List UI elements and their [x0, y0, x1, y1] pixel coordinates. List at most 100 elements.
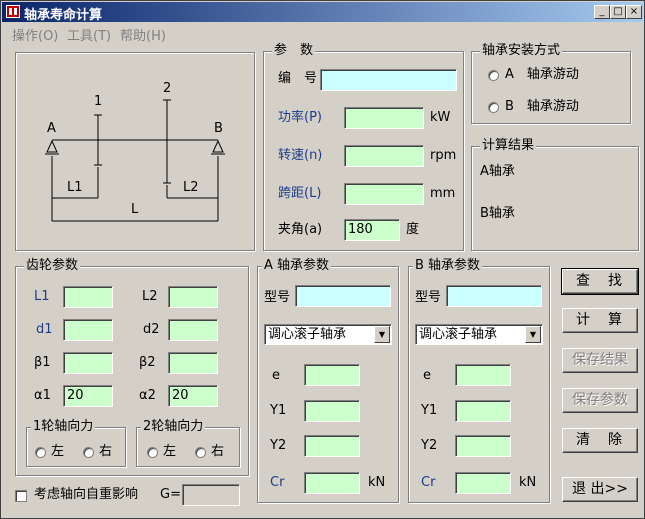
gear-beta1-label: β1 — [34, 355, 51, 370]
bearing-b-title: B 轴承参数 — [413, 258, 483, 274]
mount-a-label: A 轴承游动 — [505, 67, 579, 82]
bearing-b-cr-label: Cr — [421, 475, 436, 490]
gear-l2-input[interactable] — [168, 286, 218, 308]
gear-d1-input[interactable] — [63, 319, 113, 341]
gear-alpha1-label: α1 — [34, 388, 51, 403]
find-button[interactable]: 查 找 — [561, 268, 639, 295]
gravity-label: 考虑轴向自重影响 — [34, 487, 139, 502]
gear-beta1-input[interactable] — [63, 352, 113, 374]
bearing-b-type-value: 调心滚子轴承 — [419, 327, 498, 342]
angle-input[interactable]: 180 — [344, 219, 400, 241]
shaft-diagram-panel: A B 1 2 L1 L2 L — [15, 52, 255, 251]
gravity-g-input[interactable] — [182, 484, 240, 506]
gear1-right-radio[interactable] — [83, 447, 94, 458]
l2-label: L2 — [183, 180, 199, 195]
power-unit: kW — [430, 110, 451, 125]
gear-group: 齿轮参数 L1 L2 d1 d2 β1 β2 α1 20 α2 20 1轮轴向力… — [15, 258, 249, 476]
main-window: 轴承寿命计算 _ □ × 操作(O) 工具(T) 帮助(H) A B 1 2 L… — [0, 0, 645, 519]
bearing-a-cr-label: Cr — [270, 475, 285, 490]
bearing-a-type-select[interactable]: 调心滚子轴承 ▼ — [264, 324, 392, 345]
power-input[interactable] — [344, 107, 424, 129]
gear2-right-label: 右 — [211, 444, 225, 459]
clear-button[interactable]: 清 除 — [562, 428, 638, 453]
gear-alpha2-input[interactable]: 20 — [168, 385, 218, 407]
bearing-b-cr-input[interactable] — [455, 472, 511, 494]
bearing-b-y1-label: Y1 — [421, 403, 438, 418]
span-label: 跨距(L) — [278, 186, 322, 201]
bearing-a-e-label: e — [272, 368, 280, 383]
gear2-left-label: 左 — [163, 444, 177, 459]
l1-label: L1 — [67, 180, 83, 195]
bearing-b-y2-input[interactable] — [455, 435, 511, 457]
gear1-axial-force-group: 1轮轴向力 左 右 — [26, 419, 126, 467]
gear-l2-label: L2 — [142, 289, 158, 304]
gear1-left-radio[interactable] — [35, 447, 46, 458]
gear-d1-label: d1 — [36, 322, 53, 337]
bearing-b-model-label: 型号 — [415, 290, 442, 305]
menu-tools[interactable]: 工具(T) — [67, 25, 111, 44]
gear-l1-input[interactable] — [63, 286, 113, 308]
save-result-button[interactable]: 保存结果 — [562, 348, 638, 373]
gear-beta2-input[interactable] — [168, 352, 218, 374]
span-unit: mm — [430, 186, 456, 201]
shaft-diagram — [45, 99, 225, 222]
gear2-axial-force-title: 2轮轴向力 — [141, 419, 206, 435]
bearing-a-y1-input[interactable] — [304, 400, 360, 422]
speed-label: 转速(n) — [278, 148, 323, 163]
gear1-left-label: 左 — [51, 444, 65, 459]
menu-operate[interactable]: 操作(O) — [12, 25, 58, 44]
menu-help[interactable]: 帮助(H) — [120, 25, 166, 44]
window-title: 轴承寿命计算 — [24, 8, 103, 23]
exit-button[interactable]: 退 出>> — [562, 477, 638, 502]
span-input[interactable] — [344, 183, 424, 205]
bearing-b-e-input[interactable] — [455, 364, 511, 386]
gravity-checkbox[interactable] — [15, 490, 27, 502]
result-a-label: A轴承 — [480, 164, 515, 179]
gear-title: 齿轮参数 — [24, 258, 81, 274]
menu-bar: 操作(O) 工具(T) 帮助(H) — [2, 23, 643, 44]
title-bar: 轴承寿命计算 _ □ × — [2, 2, 643, 23]
gear1-label: 1 — [94, 94, 103, 109]
result-group: 计算结果 A轴承 B轴承 — [471, 138, 639, 251]
bearing-a-e-input[interactable] — [304, 364, 360, 386]
bearing-b-e-label: e — [423, 368, 431, 383]
gear-beta2-label: β2 — [139, 355, 156, 370]
speed-input[interactable] — [344, 145, 424, 167]
angle-unit: 度 — [406, 222, 420, 237]
bearing-a-group: A 轴承参数 型号 调心滚子轴承 ▼ e Y1 Y2 Cr kN — [257, 258, 399, 503]
maximize-button[interactable]: □ — [610, 5, 626, 19]
gear-alpha1-input[interactable]: 20 — [63, 385, 113, 407]
bearing-a-y1-label: Y1 — [270, 403, 287, 418]
bearing-a-title: A 轴承参数 — [262, 258, 332, 274]
bearing-b-model-input[interactable] — [446, 285, 542, 307]
angle-label: 夹角(a) — [278, 222, 323, 237]
params-title: 参 数 — [272, 43, 316, 59]
bearing-a-cr-unit: kN — [368, 475, 386, 490]
minimize-button[interactable]: _ — [594, 5, 610, 19]
close-button[interactable]: × — [626, 5, 642, 19]
gear-d2-input[interactable] — [168, 319, 218, 341]
bearing-b-y1-input[interactable] — [455, 400, 511, 422]
result-b-label: B轴承 — [480, 206, 515, 221]
app-icon — [6, 5, 20, 18]
bearing-b-group: B 轴承参数 型号 调心滚子轴承 ▼ e Y1 Y2 Cr kN — [408, 258, 550, 503]
bearing-a-model-input[interactable] — [295, 285, 391, 307]
bearing-b-cr-unit: kN — [519, 475, 537, 490]
chevron-down-icon[interactable]: ▼ — [525, 326, 541, 343]
gear-l1-label: L1 — [34, 289, 50, 304]
bearing-a-cr-input[interactable] — [304, 472, 360, 494]
gear2-left-radio[interactable] — [147, 447, 158, 458]
id-input[interactable] — [320, 69, 457, 91]
l-label: L — [131, 202, 139, 217]
mount-a-radio[interactable] — [488, 70, 499, 81]
gear-alpha2-label: α2 — [139, 388, 156, 403]
bearing-b-type-select[interactable]: 调心滚子轴承 ▼ — [415, 324, 543, 345]
bearing-b-label: B — [214, 121, 223, 136]
calculate-button[interactable]: 计 算 — [562, 308, 638, 333]
bearing-a-y2-input[interactable] — [304, 435, 360, 457]
save-params-button[interactable]: 保存参数 — [562, 388, 638, 413]
mount-title: 轴承安装方式 — [480, 43, 563, 59]
gear2-right-radio[interactable] — [195, 447, 206, 458]
chevron-down-icon[interactable]: ▼ — [374, 326, 390, 343]
mount-b-radio[interactable] — [488, 102, 499, 113]
